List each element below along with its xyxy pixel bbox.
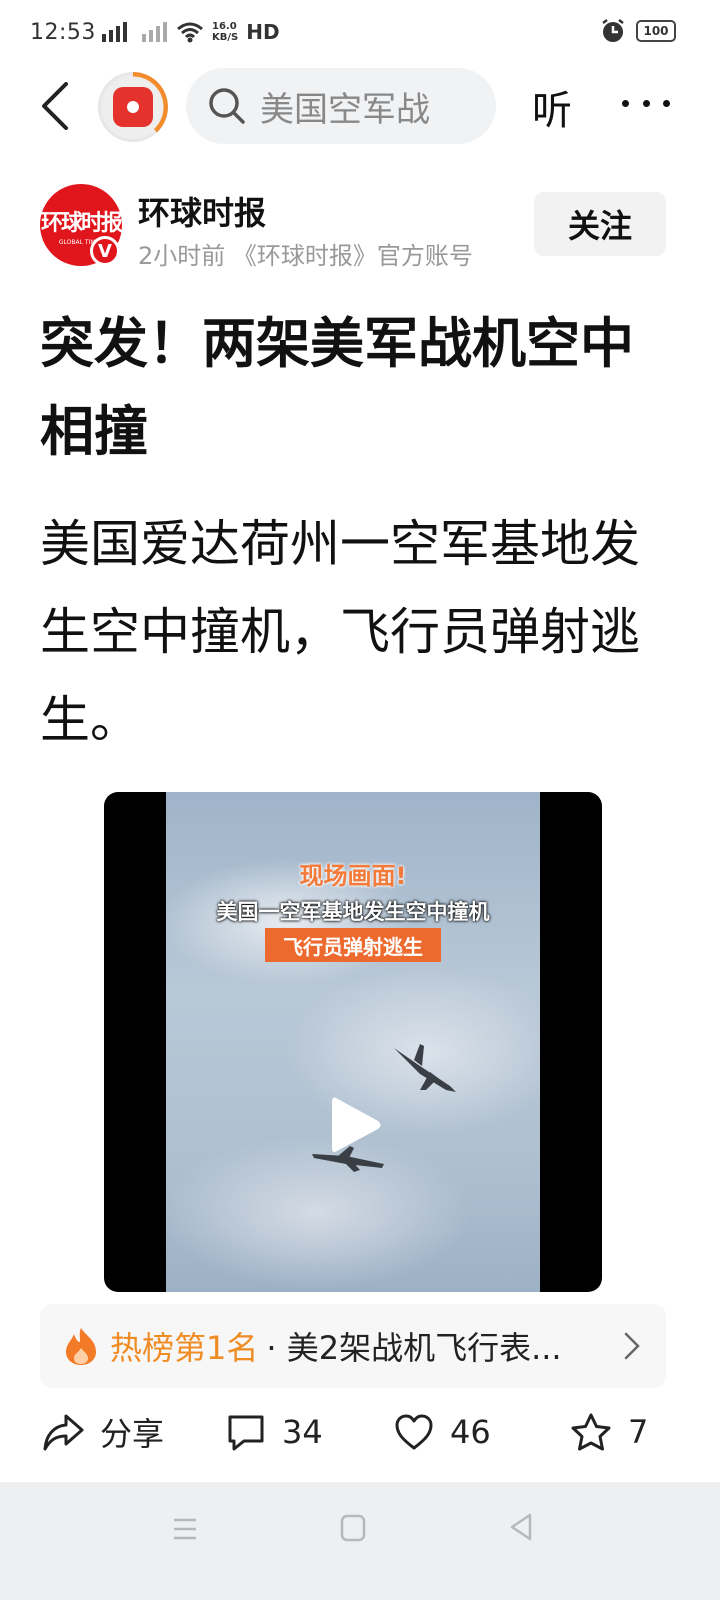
listen-button[interactable]: 听	[532, 78, 572, 136]
author-name[interactable]: 环球时报	[138, 188, 266, 234]
status-icons: 16.0 KB/S HD	[100, 20, 280, 44]
signal-icon-2	[142, 22, 167, 42]
search-input[interactable]: 美国空军战	[260, 82, 470, 131]
back-nav-icon[interactable]	[508, 1512, 534, 1542]
signal-icon	[102, 22, 127, 42]
avatar-logo-text: 环球时报	[40, 210, 123, 236]
favorite-button[interactable]: 7	[570, 1404, 648, 1460]
hd-label: HD	[246, 20, 280, 44]
favorite-count: 7	[628, 1413, 649, 1451]
alarm-icon	[602, 19, 624, 42]
speed-unit: KB/S	[212, 32, 239, 43]
video-caption-sub: 飞行员弹射逃生	[265, 928, 441, 962]
status-time: 12:53	[30, 20, 96, 45]
star-icon	[571, 1413, 611, 1451]
jet-1-icon	[394, 1044, 456, 1092]
video-caption-main: 美国一空军基地发生空中撞机	[216, 900, 490, 924]
play-icon[interactable]	[328, 1094, 384, 1156]
more-options-button[interactable]	[622, 92, 670, 114]
home-icon[interactable]	[340, 1514, 366, 1542]
battery-indicator: 100	[636, 20, 676, 42]
like-button[interactable]: 46	[394, 1404, 491, 1460]
video-thumbnail: 现场画面! 美国一空军基地发生空中撞机 飞行员弹射逃生	[166, 792, 540, 1292]
hot-list-banner[interactable]: 热榜第1名 · 美2架战机飞行表...	[40, 1304, 666, 1388]
hot-topic-text: · 美2架战机飞行表...	[266, 1329, 562, 1367]
back-arrow-icon	[42, 82, 68, 130]
app-logo-icon	[113, 87, 153, 127]
share-button[interactable]: 分享	[42, 1404, 164, 1460]
back-button[interactable]	[30, 76, 80, 136]
flame-icon	[66, 1328, 96, 1365]
hot-rank-label: 热榜第1名	[110, 1329, 259, 1367]
app-logo-button[interactable]	[98, 72, 168, 142]
author-meta: 2小时前 《环球时报》官方账号	[138, 242, 473, 270]
system-navigation-bar	[0, 1482, 720, 1600]
more-icon	[622, 99, 629, 107]
status-right: 100	[600, 18, 676, 44]
verified-badge-icon: V	[90, 236, 120, 266]
search-icon	[209, 88, 245, 124]
video-caption-headline: 现场画面!	[299, 862, 407, 890]
article-body: 美国爱达荷州一空军基地发生空中撞机，飞行员弹射逃生。	[40, 515, 640, 749]
chevron-right-icon	[624, 1332, 640, 1360]
comment-button[interactable]: 34	[226, 1404, 323, 1460]
menu-icon[interactable]	[172, 1516, 198, 1542]
search-bar[interactable]: 美国空军战	[186, 68, 496, 144]
share-icon	[43, 1414, 84, 1451]
follow-button[interactable]: 关注	[534, 192, 666, 256]
heart-icon	[395, 1414, 433, 1450]
like-count: 46	[450, 1413, 491, 1451]
share-label: 分享	[100, 1415, 165, 1453]
video-player[interactable]: 现场画面! 美国一空军基地发生空中撞机 飞行员弹射逃生	[104, 792, 602, 1292]
comment-count: 34	[282, 1413, 323, 1451]
wifi-icon	[177, 22, 203, 43]
comment-icon	[228, 1415, 264, 1451]
article-title: 突发！两架美军战机空中相撞	[40, 312, 634, 463]
speed-value: 16.0	[212, 21, 237, 32]
